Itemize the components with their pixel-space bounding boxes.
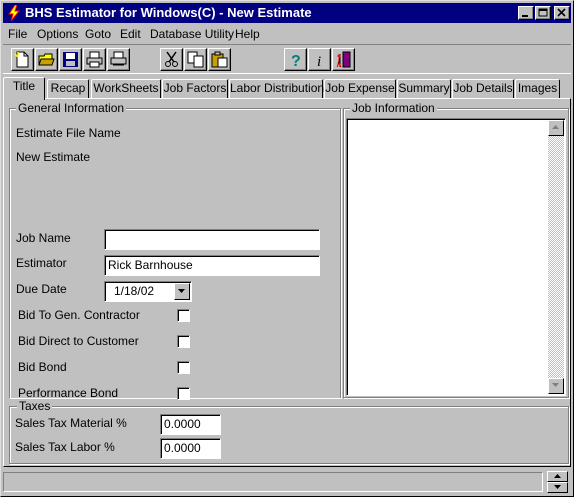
status-panel bbox=[3, 472, 543, 492]
menu-file[interactable]: File bbox=[8, 27, 27, 41]
tab-labor-distribution[interactable]: Labor Distribution bbox=[229, 79, 324, 99]
sales-tax-labor-label: Sales Tax Labor % bbox=[15, 440, 115, 454]
window-title: BHS Estimator for Windows(C) - New Estim… bbox=[25, 5, 312, 20]
print-preview-icon bbox=[110, 51, 127, 66]
sales-tax-material-input[interactable]: 0.0000 bbox=[160, 414, 221, 435]
info-button[interactable]: i bbox=[308, 48, 331, 71]
due-date-value: 1/18/02 bbox=[114, 284, 155, 298]
tab-worksheets[interactable]: WorkSheets bbox=[91, 79, 161, 99]
performance-bond-checkbox[interactable] bbox=[177, 387, 190, 400]
sales-tax-material-label: Sales Tax Material % bbox=[15, 416, 127, 430]
paste-icon bbox=[211, 51, 228, 68]
toolbar: ? i bbox=[3, 44, 571, 74]
bid-bond-label: Bid Bond bbox=[18, 360, 67, 374]
spin-down-button[interactable] bbox=[547, 482, 568, 493]
help-button[interactable]: ? bbox=[284, 48, 307, 71]
save-disk-icon bbox=[63, 52, 78, 67]
due-date-label: Due Date bbox=[16, 282, 67, 296]
svg-text:i: i bbox=[317, 54, 321, 68]
estimator-label: Estimator bbox=[16, 256, 67, 270]
taxes-group: Taxes bbox=[9, 399, 569, 464]
minimize-icon bbox=[522, 15, 528, 17]
maximize-button[interactable] bbox=[535, 6, 551, 20]
bid-direct-customer-label: Bid Direct to Customer bbox=[18, 334, 139, 348]
scroll-up-button[interactable] bbox=[548, 120, 564, 136]
print-icon bbox=[86, 51, 103, 68]
tab-job-expense[interactable]: Job Expense bbox=[324, 79, 396, 99]
job-information-label: Job Information bbox=[350, 101, 437, 115]
open-button[interactable] bbox=[35, 48, 58, 71]
record-spinner[interactable] bbox=[547, 471, 568, 493]
menu-database-utility[interactable]: Database Utility bbox=[150, 27, 234, 41]
spin-up-button[interactable] bbox=[547, 471, 568, 482]
main-window: BHS Estimator for Windows(C) - New Estim… bbox=[0, 0, 574, 497]
exit-button[interactable] bbox=[332, 48, 355, 71]
tab-images[interactable]: Images bbox=[515, 79, 560, 99]
status-bar bbox=[3, 470, 571, 494]
menu-options[interactable]: Options bbox=[37, 27, 78, 41]
new-button[interactable] bbox=[11, 48, 34, 71]
print-preview-button[interactable] bbox=[107, 48, 130, 71]
due-date-dropdown-button[interactable] bbox=[174, 283, 190, 300]
job-name-input[interactable] bbox=[104, 229, 320, 250]
copy-button[interactable] bbox=[184, 48, 207, 71]
menu-goto[interactable]: Goto bbox=[85, 27, 111, 41]
menu-edit[interactable]: Edit bbox=[120, 27, 141, 41]
arrow-up-icon bbox=[554, 474, 561, 478]
bid-bond-checkbox[interactable] bbox=[177, 361, 190, 374]
cut-button[interactable] bbox=[160, 48, 183, 71]
tab-strip: Title Recap WorkSheets Job Factors Labor… bbox=[3, 77, 571, 100]
new-document-icon bbox=[14, 51, 29, 68]
help-question-icon: ? bbox=[291, 53, 301, 68]
bid-direct-customer-checkbox[interactable] bbox=[177, 335, 190, 348]
bid-gen-contractor-checkbox[interactable] bbox=[177, 309, 190, 322]
open-folder-icon bbox=[38, 53, 55, 66]
paste-button[interactable] bbox=[208, 48, 231, 71]
app-lightning-icon bbox=[8, 5, 21, 21]
sales-tax-labor-input[interactable]: 0.0000 bbox=[160, 438, 221, 459]
print-button[interactable] bbox=[83, 48, 106, 71]
chevron-down-icon bbox=[178, 289, 185, 293]
tab-page-title: General Information Estimate File Name N… bbox=[3, 98, 571, 467]
svg-text:?: ? bbox=[291, 53, 301, 68]
general-information-label: General Information bbox=[16, 101, 127, 115]
exit-door-icon bbox=[336, 51, 351, 68]
job-name-label: Job Name bbox=[16, 231, 71, 245]
copy-icon bbox=[187, 51, 204, 68]
taxes-label: Taxes bbox=[17, 399, 53, 413]
tab-title[interactable]: Title bbox=[3, 77, 45, 100]
bid-gen-contractor-label: Bid To Gen. Contractor bbox=[18, 308, 140, 322]
close-button[interactable] bbox=[554, 6, 570, 20]
arrow-down-icon bbox=[554, 485, 561, 489]
job-information-scrollbar[interactable] bbox=[548, 120, 564, 394]
tab-recap[interactable]: Recap bbox=[47, 79, 89, 99]
job-information-textarea[interactable] bbox=[346, 118, 566, 396]
tab-job-factors[interactable]: Job Factors bbox=[162, 79, 228, 99]
title-bar[interactable]: BHS Estimator for Windows(C) - New Estim… bbox=[3, 3, 571, 23]
save-button[interactable] bbox=[59, 48, 82, 71]
arrow-up-icon bbox=[552, 125, 559, 129]
performance-bond-label: Performance Bond bbox=[18, 386, 119, 400]
scroll-down-button[interactable] bbox=[548, 378, 564, 394]
maximize-icon bbox=[538, 8, 548, 17]
menu-help[interactable]: Help bbox=[235, 27, 260, 41]
arrow-down-icon bbox=[552, 383, 559, 387]
close-icon bbox=[557, 8, 566, 17]
tab-job-details[interactable]: Job Details bbox=[452, 79, 514, 99]
tab-summary[interactable]: Summary bbox=[397, 79, 451, 99]
due-date-dropdown[interactable]: 1/18/02 bbox=[104, 281, 192, 302]
cut-scissors-icon bbox=[165, 51, 178, 67]
estimate-file-name-label: Estimate File Name bbox=[16, 126, 121, 140]
info-icon: i bbox=[317, 54, 321, 68]
estimate-file-name-value: New Estimate bbox=[16, 150, 91, 164]
menu-bar: File Options Goto Edit Database Utility … bbox=[3, 24, 571, 43]
minimize-button[interactable] bbox=[518, 6, 534, 20]
estimator-input[interactable]: Rick Barnhouse bbox=[104, 255, 320, 276]
